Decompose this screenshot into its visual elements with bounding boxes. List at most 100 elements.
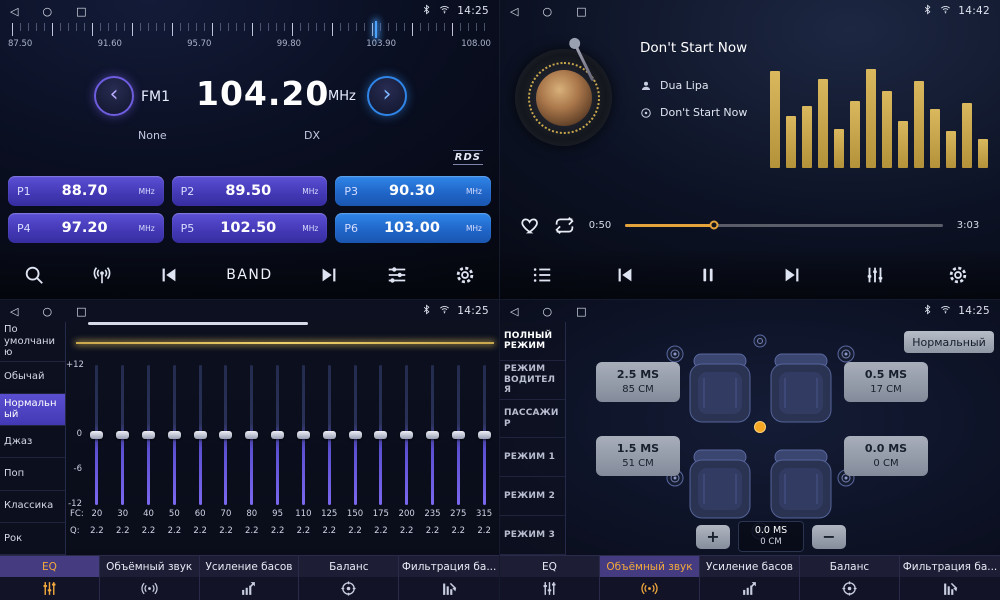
slider-knob[interactable] bbox=[400, 431, 413, 439]
slider-knob[interactable] bbox=[478, 431, 491, 439]
delay-rear-left-button[interactable]: 1.5 MS51 CM bbox=[596, 436, 680, 476]
slider-knob[interactable] bbox=[271, 431, 284, 439]
eq-preset-item-1[interactable]: Обычай bbox=[0, 362, 65, 394]
band-slider[interactable] bbox=[342, 365, 368, 505]
seek-bar[interactable] bbox=[625, 224, 943, 227]
back-icon[interactable]: ◁ bbox=[10, 305, 18, 318]
recents-icon[interactable]: □ bbox=[576, 305, 586, 318]
settings-gear-icon[interactable] bbox=[454, 264, 476, 286]
slider-knob[interactable] bbox=[142, 431, 155, 439]
next-icon[interactable] bbox=[781, 264, 803, 286]
sound-preset-button[interactable]: Нормальный bbox=[904, 331, 994, 353]
home-icon[interactable]: ○ bbox=[542, 305, 552, 318]
band-slider[interactable] bbox=[368, 365, 394, 505]
previous-icon[interactable] bbox=[614, 264, 636, 286]
tab-balance[interactable]: Баланс bbox=[299, 556, 399, 600]
tab-balance[interactable]: Баланс bbox=[800, 556, 900, 600]
tab-surround[interactable]: Объёмный звук bbox=[600, 556, 700, 600]
back-icon[interactable]: ◁ bbox=[10, 5, 18, 18]
band-slider[interactable] bbox=[84, 365, 110, 505]
broadcast-icon[interactable] bbox=[91, 264, 113, 286]
eq-preset-item-3[interactable]: Джаз bbox=[0, 426, 65, 458]
preset-p6[interactable]: P6103.00MHz bbox=[335, 213, 491, 243]
tab-bass[interactable]: Усиление басов bbox=[700, 556, 800, 600]
mode-item-0[interactable]: ПОЛНЫЙ РЕЖИМ bbox=[500, 322, 565, 361]
mode-item-1[interactable]: РЕЖИМ ВОДИТЕЛЯ bbox=[500, 361, 565, 400]
band-button[interactable]: BAND bbox=[226, 267, 272, 283]
band-slider[interactable] bbox=[161, 365, 187, 505]
search-icon[interactable] bbox=[23, 264, 45, 286]
mode-item-2[interactable]: ПАССАЖИР bbox=[500, 400, 565, 439]
delay-front-left-button[interactable]: 2.5 MS85 CM bbox=[596, 362, 680, 402]
back-icon[interactable]: ◁ bbox=[510, 305, 518, 318]
slider-knob[interactable] bbox=[194, 431, 207, 439]
frequency-scale[interactable]: 87.5091.6095.7099.80103.90108.00 bbox=[8, 22, 491, 60]
band-slider[interactable] bbox=[316, 365, 342, 505]
slider-knob[interactable] bbox=[297, 431, 310, 439]
slider-knob[interactable] bbox=[168, 431, 181, 439]
delay-increase-button[interactable]: + bbox=[696, 525, 730, 549]
eq-preset-item-0[interactable]: По умолчанию bbox=[0, 322, 65, 362]
mode-item-4[interactable]: РЕЖИМ 2 bbox=[500, 477, 565, 516]
band-slider[interactable] bbox=[187, 365, 213, 505]
tab-eq[interactable]: EQ bbox=[0, 556, 100, 600]
recents-icon[interactable]: □ bbox=[76, 5, 86, 18]
slider-knob[interactable] bbox=[349, 431, 362, 439]
delay-decrease-button[interactable]: − bbox=[812, 525, 846, 549]
eq-preset-item-4[interactable]: Поп bbox=[0, 458, 65, 490]
band-slider[interactable] bbox=[394, 365, 420, 505]
tab-eq[interactable]: EQ bbox=[500, 556, 600, 600]
band-slider[interactable] bbox=[239, 365, 265, 505]
next-icon[interactable] bbox=[318, 264, 340, 286]
band-slider[interactable] bbox=[213, 365, 239, 505]
eq-preset-item-6[interactable]: Рок bbox=[0, 523, 65, 555]
slider-knob[interactable] bbox=[323, 431, 336, 439]
band-slider[interactable] bbox=[471, 365, 497, 505]
favorite-heart-icon[interactable] bbox=[520, 215, 541, 236]
slider-knob[interactable] bbox=[116, 431, 129, 439]
pause-icon[interactable] bbox=[697, 264, 719, 286]
tab-filter[interactable]: Фильтрация ба... bbox=[900, 556, 1000, 600]
seek-knob[interactable] bbox=[710, 221, 719, 230]
slider-knob[interactable] bbox=[245, 431, 258, 439]
band-slider[interactable] bbox=[291, 365, 317, 505]
tab-bass[interactable]: Усиление басов bbox=[200, 556, 300, 600]
band-slider[interactable] bbox=[110, 365, 136, 505]
settings-gear-icon[interactable] bbox=[947, 264, 969, 286]
repeat-icon[interactable] bbox=[554, 215, 575, 236]
delay-front-right-button[interactable]: 0.5 MS17 CM bbox=[844, 362, 928, 402]
tab-filter[interactable]: Фильтрация ба... bbox=[399, 556, 499, 600]
delay-rear-right-button[interactable]: 0.0 MS0 CM bbox=[844, 436, 928, 476]
band-scrollbar[interactable] bbox=[88, 322, 308, 325]
slider-knob[interactable] bbox=[374, 431, 387, 439]
preset-p2[interactable]: P289.50MHz bbox=[172, 176, 328, 206]
back-icon[interactable]: ◁ bbox=[510, 5, 518, 18]
playlist-icon[interactable] bbox=[531, 264, 553, 286]
equalizer-icon[interactable] bbox=[864, 264, 886, 286]
home-icon[interactable]: ○ bbox=[542, 5, 552, 18]
eq-preset-item-2[interactable]: Нормальный bbox=[0, 394, 65, 426]
mode-item-3[interactable]: РЕЖИМ 1 bbox=[500, 438, 565, 477]
preset-p5[interactable]: P5102.50MHz bbox=[172, 213, 328, 243]
slider-knob[interactable] bbox=[426, 431, 439, 439]
sliders-icon[interactable] bbox=[386, 264, 408, 286]
home-icon[interactable]: ○ bbox=[42, 5, 52, 18]
recents-icon[interactable]: □ bbox=[576, 5, 586, 18]
band-slider[interactable] bbox=[265, 365, 291, 505]
preset-p1[interactable]: P188.70MHz bbox=[8, 176, 164, 206]
slider-knob[interactable] bbox=[452, 431, 465, 439]
band-slider[interactable] bbox=[136, 365, 162, 505]
home-icon[interactable]: ○ bbox=[42, 305, 52, 318]
mode-item-5[interactable]: РЕЖИМ 3 bbox=[500, 516, 565, 555]
slider-knob[interactable] bbox=[90, 431, 103, 439]
band-slider[interactable] bbox=[445, 365, 471, 505]
band-slider[interactable] bbox=[420, 365, 446, 505]
previous-icon[interactable] bbox=[158, 264, 180, 286]
eq-preset-item-5[interactable]: Классика bbox=[0, 491, 65, 523]
slider-knob[interactable] bbox=[219, 431, 232, 439]
tune-down-button[interactable]: ‹ bbox=[94, 76, 134, 116]
tab-surround[interactable]: Объёмный звук bbox=[100, 556, 200, 600]
recents-icon[interactable]: □ bbox=[76, 305, 86, 318]
preset-p4[interactable]: P497.20MHz bbox=[8, 213, 164, 243]
tune-up-button[interactable]: › bbox=[367, 76, 407, 116]
